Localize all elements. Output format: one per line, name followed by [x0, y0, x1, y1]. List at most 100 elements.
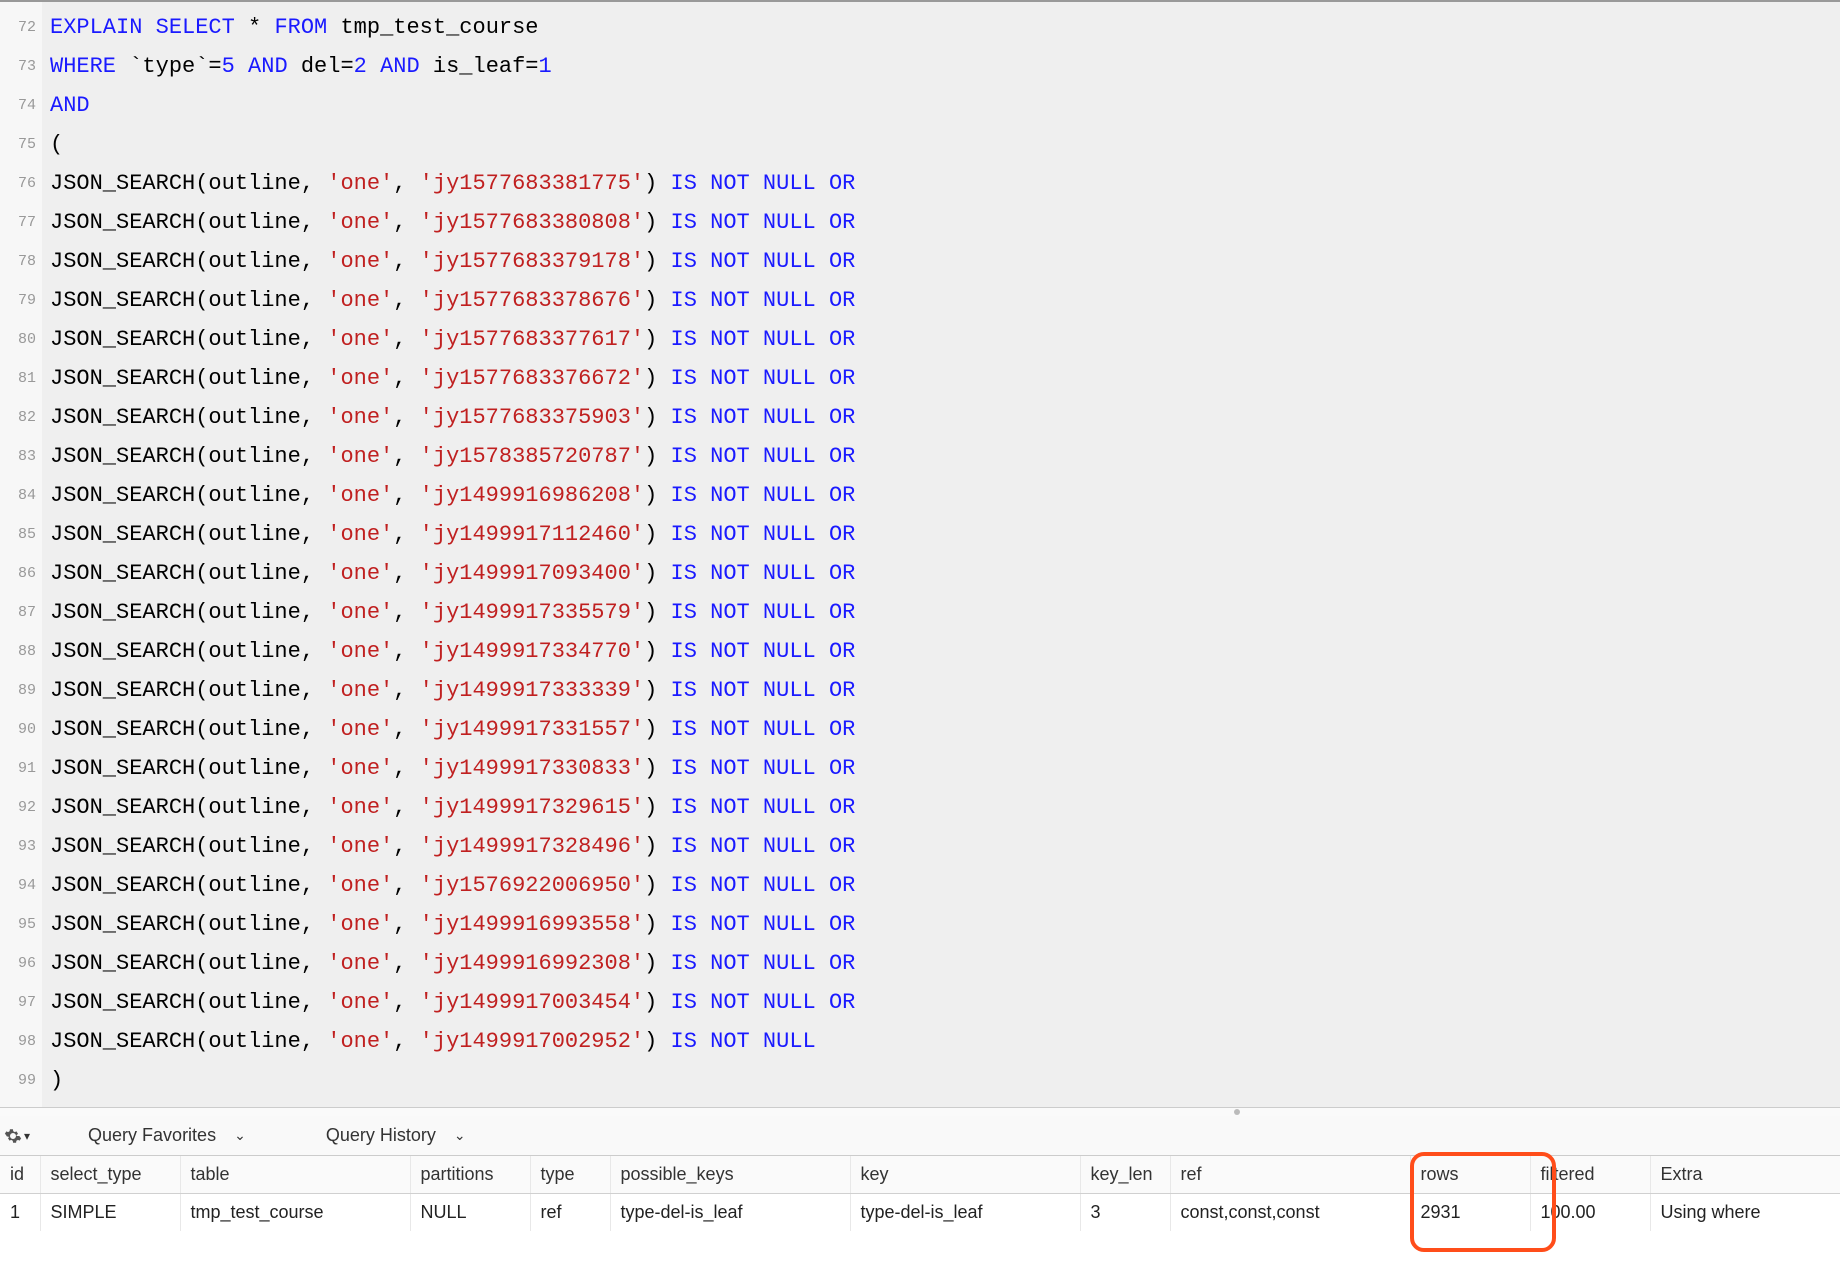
sql-string: 'jy1577683378676'	[420, 288, 644, 313]
sql-text	[235, 54, 248, 79]
column-header-ref[interactable]: ref	[1170, 1156, 1410, 1194]
column-header-extra[interactable]: Extra	[1650, 1156, 1840, 1194]
sql-keyword: IS NOT NULL OR	[671, 444, 856, 469]
sql-string: 'jy1577683375903'	[420, 405, 644, 430]
sql-string: 'one'	[327, 990, 393, 1015]
sql-editor[interactable]: 7273747576777879808182838485868788899091…	[0, 0, 1840, 1108]
line-number: 85	[0, 515, 36, 554]
sql-string: 'one'	[327, 210, 393, 235]
column-header-type[interactable]: type	[530, 1156, 610, 1194]
code-line[interactable]: JSON_SEARCH(outline, 'one', 'jy157768337…	[50, 320, 1840, 359]
sql-string: 'jy1499917330833'	[420, 756, 644, 781]
column-header-id[interactable]: id	[0, 1156, 40, 1194]
code-line[interactable]: JSON_SEARCH(outline, 'one', 'jy149991700…	[50, 983, 1840, 1022]
sql-text: ,	[393, 444, 419, 469]
code-line[interactable]: JSON_SEARCH(outline, 'one', 'jy149991700…	[50, 1022, 1840, 1061]
sql-string: 'one'	[327, 366, 393, 391]
sql-text: ,	[393, 249, 419, 274]
column-header-possible_keys[interactable]: possible_keys	[610, 1156, 850, 1194]
query-history-dropdown[interactable]: Query History ⌄	[316, 1121, 476, 1150]
sql-string: 'one'	[327, 249, 393, 274]
code-line[interactable]: JSON_SEARCH(outline, 'one', 'jy149991732…	[50, 788, 1840, 827]
code-line[interactable]: JSON_SEARCH(outline, 'one', 'jy149991733…	[50, 593, 1840, 632]
code-line[interactable]: AND	[50, 86, 1840, 125]
code-line[interactable]: JSON_SEARCH(outline, 'one', 'jy157768337…	[50, 398, 1840, 437]
sql-keyword: IS NOT NULL OR	[671, 249, 856, 274]
line-number: 73	[0, 47, 36, 86]
code-line[interactable]: JSON_SEARCH(outline, 'one', 'jy149991733…	[50, 710, 1840, 749]
cell-filtered: 100.00	[1530, 1194, 1650, 1232]
sql-text: JSON_SEARCH(outline,	[50, 288, 327, 313]
sql-text: JSON_SEARCH(outline,	[50, 717, 327, 742]
table-row[interactable]: 1SIMPLEtmp_test_courseNULLreftype-del-is…	[0, 1194, 1840, 1232]
sql-keyword: IS NOT NULL OR	[671, 834, 856, 859]
code-line[interactable]: JSON_SEARCH(outline, 'one', 'jy149991733…	[50, 671, 1840, 710]
line-number: 88	[0, 632, 36, 671]
cell-key: type-del-is_leaf	[850, 1194, 1080, 1232]
code-line[interactable]: WHERE `type`=5 AND del=2 AND is_leaf=1	[50, 47, 1840, 86]
column-header-table[interactable]: table	[180, 1156, 410, 1194]
sql-keyword: IS NOT NULL OR	[671, 717, 856, 742]
code-content[interactable]: EXPLAIN SELECT * FROM tmp_test_courseWHE…	[42, 2, 1840, 1107]
line-number: 72	[0, 8, 36, 47]
code-line[interactable]: JSON_SEARCH(outline, 'one', 'jy149991709…	[50, 554, 1840, 593]
scroll-marker-icon	[1234, 1109, 1240, 1115]
code-line[interactable]: JSON_SEARCH(outline, 'one', 'jy149991732…	[50, 827, 1840, 866]
sql-text: )	[644, 171, 670, 196]
line-number: 78	[0, 242, 36, 281]
column-header-filtered[interactable]: filtered	[1530, 1156, 1650, 1194]
sql-text: ,	[393, 366, 419, 391]
sql-keyword: AND	[50, 93, 90, 118]
code-line[interactable]: JSON_SEARCH(outline, 'one', 'jy157768337…	[50, 242, 1840, 281]
sql-text: )	[644, 561, 670, 586]
sql-keyword: 2	[354, 54, 367, 79]
sql-text: ,	[393, 678, 419, 703]
results-header-row: idselect_typetablepartitionstypepossible…	[0, 1156, 1840, 1194]
code-line[interactable]: JSON_SEARCH(outline, 'one', 'jy157838572…	[50, 437, 1840, 476]
code-line[interactable]: JSON_SEARCH(outline, 'one', 'jy157768337…	[50, 281, 1840, 320]
code-line[interactable]: JSON_SEARCH(outline, 'one', 'jy149991699…	[50, 944, 1840, 983]
explain-results-grid[interactable]: idselect_typetablepartitionstypepossible…	[0, 1156, 1840, 1231]
code-line[interactable]: JSON_SEARCH(outline, 'one', 'jy149991733…	[50, 632, 1840, 671]
code-line[interactable]: JSON_SEARCH(outline, 'one', 'jy149991698…	[50, 476, 1840, 515]
sql-string: 'one'	[327, 288, 393, 313]
chevron-down-icon: ⌄	[454, 1127, 466, 1144]
column-header-partitions[interactable]: partitions	[410, 1156, 530, 1194]
sql-text: ,	[393, 522, 419, 547]
code-line[interactable]: JSON_SEARCH(outline, 'one', 'jy157768338…	[50, 164, 1840, 203]
code-line[interactable]: JSON_SEARCH(outline, 'one', 'jy149991711…	[50, 515, 1840, 554]
sql-text: JSON_SEARCH(outline,	[50, 249, 327, 274]
sql-string: 'one'	[327, 873, 393, 898]
sql-text: )	[644, 600, 670, 625]
query-favorites-dropdown[interactable]: Query Favorites ⌄	[78, 1121, 256, 1150]
code-line[interactable]: JSON_SEARCH(outline, 'one', 'jy157768338…	[50, 203, 1840, 242]
sql-keyword: IS NOT NULL OR	[671, 912, 856, 937]
column-header-rows[interactable]: rows	[1410, 1156, 1530, 1194]
code-line[interactable]: JSON_SEARCH(outline, 'one', 'jy149991699…	[50, 905, 1840, 944]
sql-keyword: IS NOT NULL OR	[671, 561, 856, 586]
sql-string: 'jy1499917333339'	[420, 678, 644, 703]
code-line[interactable]: JSON_SEARCH(outline, 'one', 'jy157692200…	[50, 866, 1840, 905]
column-header-key[interactable]: key	[850, 1156, 1080, 1194]
sql-string: 'jy1577683379178'	[420, 249, 644, 274]
code-line[interactable]: JSON_SEARCH(outline, 'one', 'jy157768337…	[50, 359, 1840, 398]
sql-text: ,	[393, 600, 419, 625]
sql-string: 'jy1499917003454'	[420, 990, 644, 1015]
code-line[interactable]: JSON_SEARCH(outline, 'one', 'jy149991733…	[50, 749, 1840, 788]
code-line[interactable]: (	[50, 125, 1840, 164]
code-line[interactable]: )	[50, 1061, 1840, 1100]
line-number: 90	[0, 710, 36, 749]
column-header-key_len[interactable]: key_len	[1080, 1156, 1170, 1194]
column-header-select_type[interactable]: select_type	[40, 1156, 180, 1194]
sql-keyword: 1	[539, 54, 552, 79]
code-line[interactable]: EXPLAIN SELECT * FROM tmp_test_course	[50, 8, 1840, 47]
sql-keyword: IS NOT NULL OR	[671, 873, 856, 898]
sql-text: )	[50, 1068, 63, 1093]
sql-string: 'jy1577683377617'	[420, 327, 644, 352]
sql-text: ,	[393, 210, 419, 235]
sql-text: )	[644, 912, 670, 937]
sql-text: JSON_SEARCH(outline,	[50, 951, 327, 976]
line-number: 82	[0, 398, 36, 437]
gear-icon[interactable]: ▾	[4, 1127, 30, 1145]
horizontal-scroll-track[interactable]	[0, 1108, 1840, 1116]
